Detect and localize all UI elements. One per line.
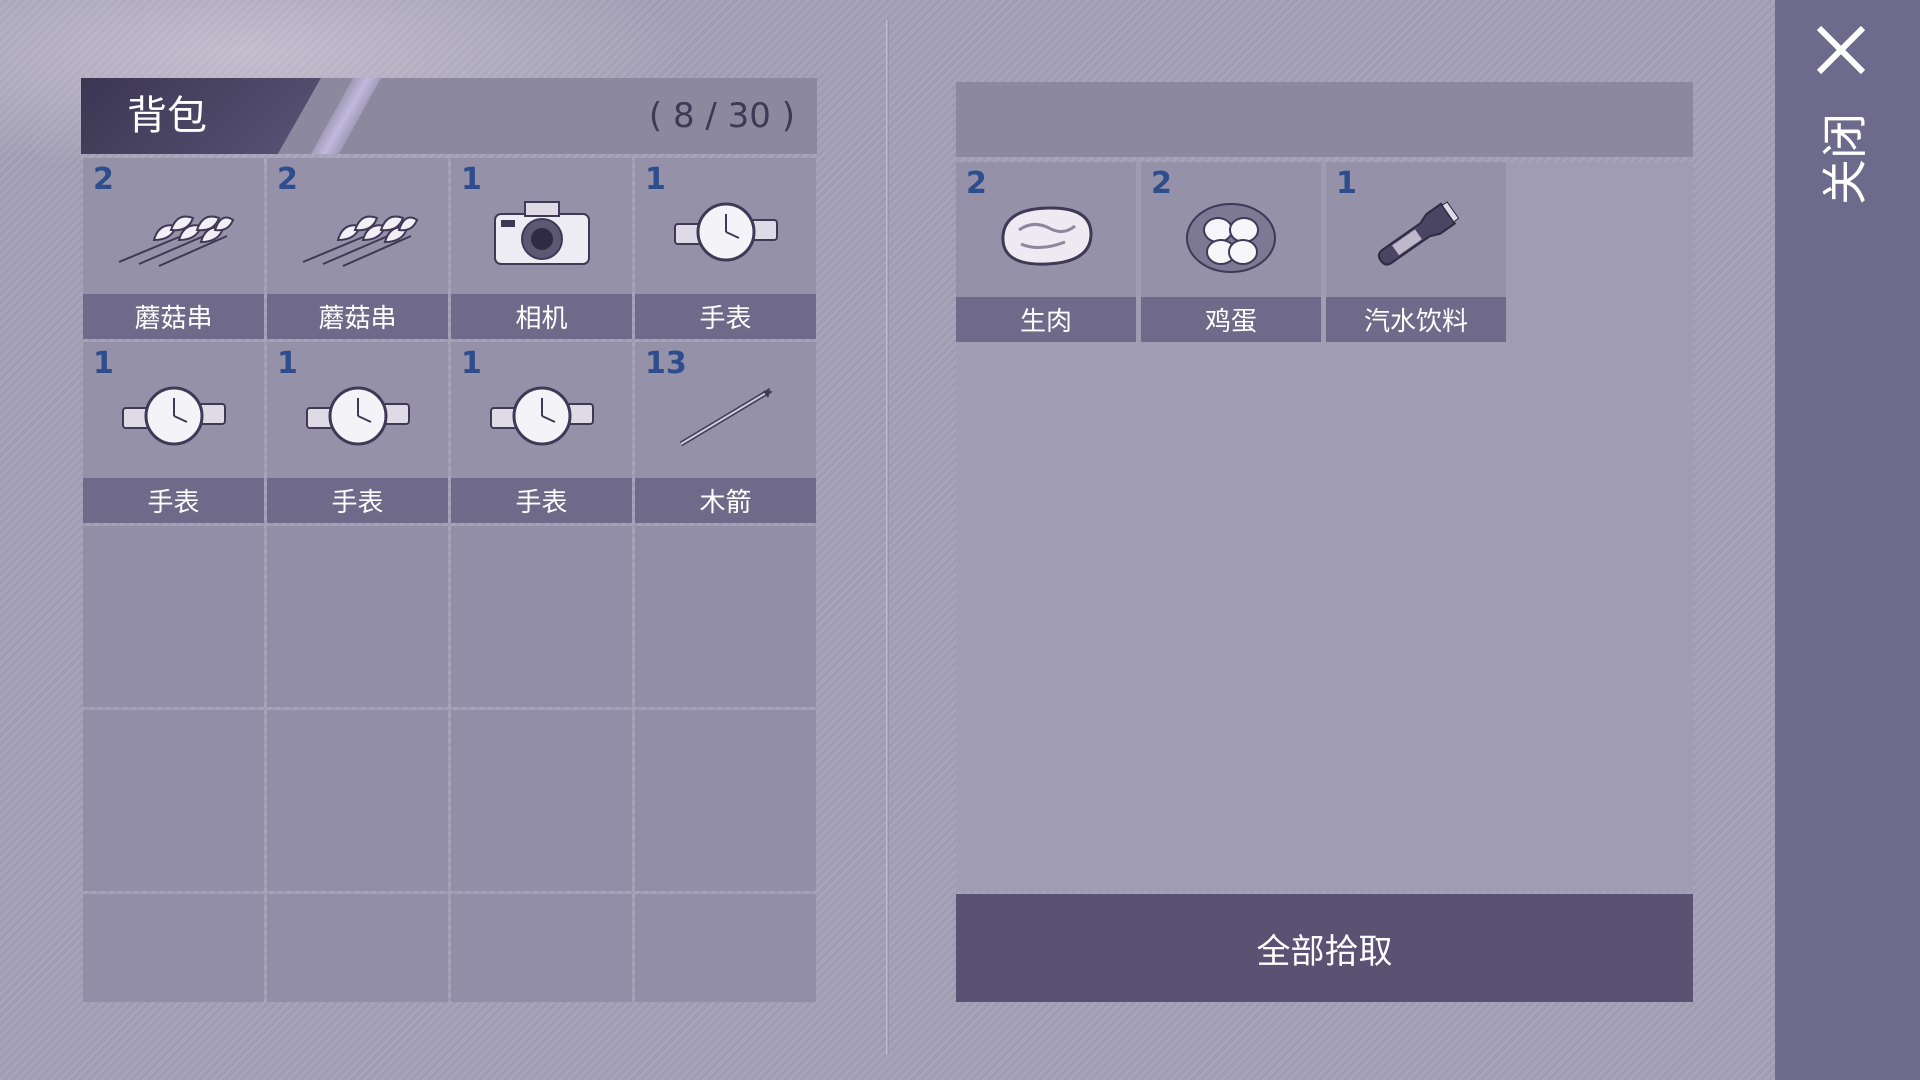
watch-icon [267,356,448,476]
item-label: 手表 [267,478,448,523]
backpack-slot[interactable]: 2 蘑菇串 [83,158,264,339]
loot-slot[interactable]: 1 汽水饮料 [1326,162,1506,342]
item-label: 手表 [451,478,632,523]
backpack-panel: 背包 ( 8 / 30 ) 2 蘑菇串 2 蘑菇串 1 相机 1 手表 1 手表… [81,78,817,1003]
empty-slot[interactable] [451,526,632,707]
watch-icon [451,356,632,476]
close-sidebar[interactable]: 关闭 [1775,0,1920,1080]
close-label[interactable]: 关闭 [1815,104,1872,214]
mushroom-skewer-icon [83,172,264,292]
empty-slot[interactable] [267,894,448,1002]
empty-slot[interactable] [83,894,264,1002]
item-label: 木箭 [635,478,816,523]
soda-bottle-icon [1326,176,1506,296]
empty-slot[interactable] [451,894,632,1002]
item-label: 相机 [451,294,632,339]
raw-meat-icon [956,176,1136,296]
backpack-slot[interactable]: 1 手表 [83,342,264,523]
backpack-slot[interactable]: 1 手表 [267,342,448,523]
item-label: 手表 [635,294,816,339]
loot-header [956,82,1693,157]
watch-icon [635,172,816,292]
loot-panel: 2 生肉 2 鸡蛋 1 汽水饮料 全部拾取 [956,82,1693,1002]
take-all-button[interactable]: 全部拾取 [956,894,1693,1002]
empty-slot[interactable] [635,710,816,891]
backpack-slot[interactable]: 1 手表 [635,158,816,339]
item-label: 鸡蛋 [1141,297,1321,342]
backpack-title: 背包 [127,93,207,139]
backpack-slot[interactable]: 2 蘑菇串 [267,158,448,339]
item-label: 蘑菇串 [83,294,264,339]
backpack-slot[interactable]: 13 木箭 [635,342,816,523]
close-icon[interactable] [1813,22,1869,78]
item-label: 蘑菇串 [267,294,448,339]
loot-slot[interactable]: 2 生肉 [956,162,1136,342]
camera-icon [451,172,632,292]
item-label: 汽水饮料 [1326,297,1506,342]
item-label: 手表 [83,478,264,523]
backpack-header: 背包 ( 8 / 30 ) [81,78,817,154]
watch-icon [83,356,264,476]
backpack-grid: 2 蘑菇串 2 蘑菇串 1 相机 1 手表 1 手表 1 手表 1 手表 13 … [81,158,819,1075]
empty-slot[interactable] [267,710,448,891]
backpack-slot[interactable]: 1 相机 [451,158,632,339]
wooden-arrow-icon [635,356,816,476]
title-accent-stripe [311,78,381,154]
empty-slot[interactable] [635,894,816,1002]
empty-slot[interactable] [267,526,448,707]
empty-slot[interactable] [635,526,816,707]
close-label-text: 关闭 [1818,113,1872,205]
loot-slot[interactable]: 2 鸡蛋 [1141,162,1321,342]
panel-divider [886,20,889,1055]
loot-grid: 2 生肉 2 鸡蛋 1 汽水饮料 [956,162,1506,342]
backpack-slot[interactable]: 1 手表 [451,342,632,523]
item-label: 生肉 [956,297,1136,342]
mushroom-skewer-icon [267,172,448,292]
eggs-icon [1141,176,1321,296]
empty-slot[interactable] [83,710,264,891]
loot-list: 2 生肉 2 鸡蛋 1 汽水饮料 [956,162,1693,892]
empty-slot[interactable] [451,710,632,891]
empty-slot[interactable] [83,526,264,707]
backpack-capacity: ( 8 / 30 ) [648,96,795,136]
